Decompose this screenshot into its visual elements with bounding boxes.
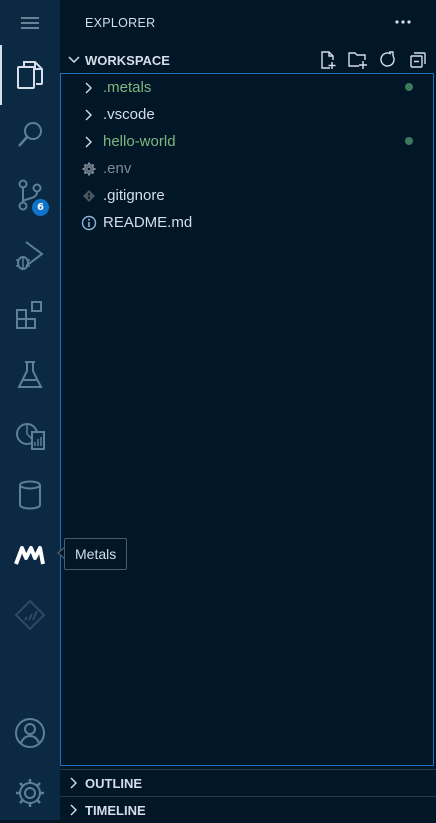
tree-item-readme[interactable]: README.md — [61, 209, 433, 236]
timeline-label: TIMELINE — [85, 802, 146, 818]
tree-item-vscode[interactable]: .vscode — [61, 101, 433, 128]
info-file-icon — [79, 209, 99, 236]
chevron-right-icon — [79, 128, 99, 155]
refresh-button[interactable] — [376, 48, 400, 72]
files-icon — [17, 61, 43, 89]
tree-item-metals[interactable]: .metals — [61, 74, 433, 101]
tree-item-label: .gitignore — [103, 187, 165, 204]
flask-icon — [17, 361, 43, 388]
activity-run-debug[interactable] — [0, 226, 60, 284]
activity-accounts[interactable] — [0, 704, 60, 762]
refresh-icon — [380, 51, 395, 67]
activity-testing[interactable] — [0, 346, 60, 404]
chevron-down-icon — [63, 47, 85, 73]
tree-item-gitignore[interactable]: .gitignore — [61, 182, 433, 209]
more-actions-button[interactable] — [391, 10, 415, 34]
sidebar-title: EXPLORER — [85, 16, 156, 30]
explorer-sidebar: EXPLORER WORKSPACE .metals .vscode hello… — [60, 0, 436, 820]
database-icon — [19, 480, 41, 510]
tree-item-env[interactable]: .env — [61, 155, 433, 182]
gear-icon — [16, 779, 44, 807]
tree-item-label: .env — [103, 160, 132, 177]
metals-icon — [14, 546, 45, 565]
workspace-actions — [316, 47, 430, 73]
sidebar-header: EXPLORER — [60, 0, 436, 46]
timeline-section-header[interactable]: TIMELINE — [60, 796, 436, 823]
new-file-icon — [321, 51, 336, 69]
workspace-label: WORKSPACE — [85, 52, 170, 68]
outline-section-header[interactable]: OUTLINE — [60, 769, 436, 796]
source-control-badge: 6 — [32, 199, 49, 216]
activity-database[interactable] — [0, 466, 60, 524]
run-debug-icon — [16, 241, 44, 270]
ellipsis-icon — [395, 20, 411, 24]
new-file-button[interactable] — [316, 48, 340, 72]
modified-dot — [405, 137, 413, 145]
gear-file-icon — [79, 155, 99, 182]
remote-report-icon — [16, 423, 45, 450]
search-icon — [18, 122, 42, 147]
hamburger-icon — [21, 17, 39, 29]
new-folder-button[interactable] — [346, 48, 370, 72]
activity-search[interactable] — [0, 106, 60, 164]
tree-item-hello-world[interactable]: hello-world — [61, 128, 433, 155]
file-tree: .metals .vscode hello-world .env .gitign… — [60, 73, 434, 766]
metals-tooltip: Metals — [64, 538, 128, 570]
chevron-right-icon — [79, 74, 99, 101]
account-icon — [15, 718, 45, 748]
tree-item-label: README.md — [103, 214, 193, 231]
new-folder-icon — [348, 52, 367, 69]
activity-source-control[interactable] — [0, 166, 60, 224]
chevron-right-icon — [79, 101, 99, 128]
activity-extensions[interactable] — [0, 286, 60, 344]
activity-metals[interactable] — [0, 526, 60, 584]
activity-explorer[interactable] — [0, 46, 60, 104]
activity-remote-report[interactable] — [0, 406, 60, 464]
menu-button[interactable] — [0, 0, 60, 46]
collapse-all-icon — [410, 52, 426, 68]
workspace-section-header[interactable]: WORKSPACE — [60, 47, 436, 73]
tree-item-label: .metals — [103, 79, 152, 96]
activity-bar: 6 — [0, 0, 60, 820]
collapse-all-button[interactable] — [406, 48, 430, 72]
activity-manage[interactable] — [0, 764, 60, 822]
modified-dot — [405, 83, 413, 91]
outline-label: OUTLINE — [85, 775, 143, 791]
diamond-chart-icon — [14, 599, 46, 631]
tree-item-label: .vscode — [103, 106, 155, 123]
activity-gitlens[interactable] — [0, 586, 60, 644]
chevron-right-icon — [63, 770, 85, 796]
tree-item-label: hello-world — [103, 133, 176, 150]
extensions-icon — [16, 301, 42, 329]
chevron-right-icon — [63, 797, 85, 823]
git-file-icon — [79, 182, 99, 209]
